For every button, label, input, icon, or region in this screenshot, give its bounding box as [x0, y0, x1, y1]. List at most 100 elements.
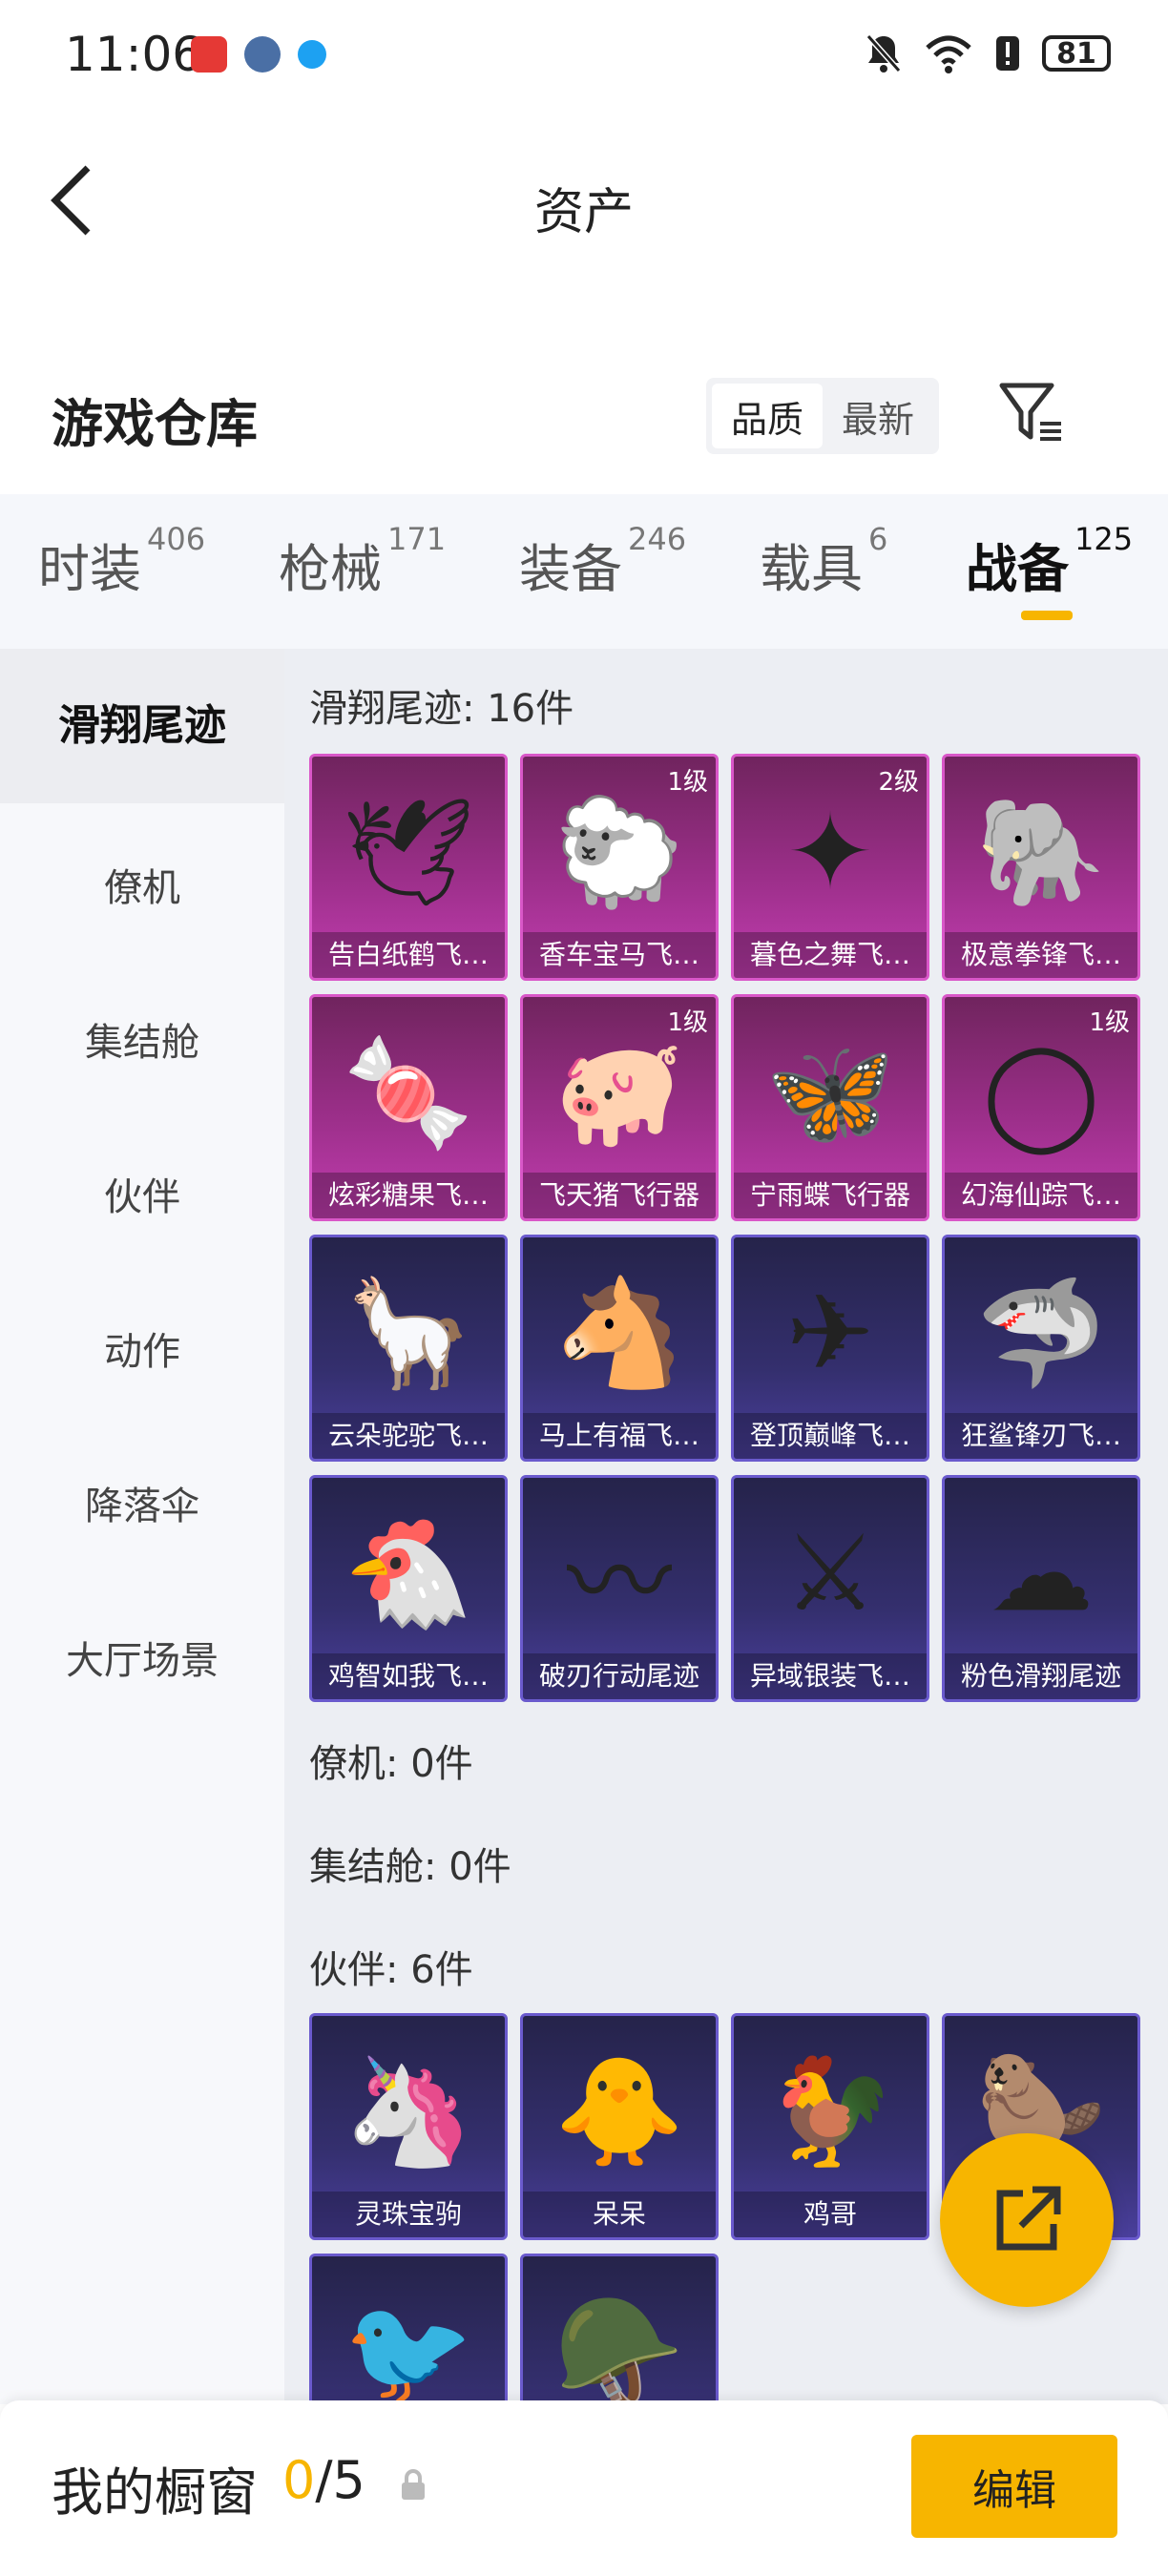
- item-name: 狂鲨锋刃飞…: [945, 1413, 1137, 1459]
- item-card[interactable]: ⚔ 异域银装飞…: [731, 1475, 929, 1702]
- elephant-icon: 🐘: [975, 790, 1107, 913]
- rooster-icon: 🐓: [764, 2049, 896, 2172]
- item-card[interactable]: ✈ 登顶巅峰飞…: [731, 1235, 929, 1462]
- item-name: 极意拳锋飞…: [945, 932, 1137, 978]
- item-name: 鸡哥: [734, 2192, 927, 2237]
- sidebar-item-glide-trail[interactable]: 滑翔尾迹: [0, 649, 284, 803]
- group-label-partner: 伙伴: 6件: [309, 1948, 473, 1992]
- sidebar-item-parachute[interactable]: 降落伞: [0, 1475, 284, 1530]
- tab-count: 406: [147, 521, 206, 557]
- item-card[interactable]: ☁ 粉色滑翔尾迹: [942, 1475, 1140, 1702]
- tab-guns[interactable]: 枪械 171: [279, 521, 446, 602]
- item-name: 灵珠宝驹: [312, 2192, 505, 2237]
- item-card[interactable]: 🐖 1级 飞天猪飞行器: [520, 994, 719, 1221]
- sort-quality-button[interactable]: 品质: [712, 384, 823, 448]
- tab-count: 125: [1074, 521, 1134, 557]
- chicken-icon: 🐔: [343, 1511, 474, 1634]
- glider-icon: ⚔: [782, 1512, 878, 1634]
- item-card[interactable]: 🕊 告白纸鹤飞…: [309, 754, 508, 981]
- item-card[interactable]: 🐔 鸡智如我飞…: [309, 1475, 508, 1702]
- edit-button[interactable]: 编辑: [911, 2435, 1117, 2538]
- item-card[interactable]: 🐑 1级 香车宝马飞…: [520, 754, 719, 981]
- item-name: 飞天猪飞行器: [523, 1173, 716, 1218]
- alpaca-icon: 🦙: [343, 1271, 474, 1394]
- item-name: 炫彩糖果飞…: [312, 1173, 505, 1218]
- item-card[interactable]: 🐓 鸡哥: [731, 2013, 929, 2240]
- item-card[interactable]: 🦋 宁雨蝶飞行器: [731, 994, 929, 1221]
- share-fab-button[interactable]: [940, 2133, 1114, 2307]
- alert-icon: [996, 36, 1019, 71]
- showcase-count: 0/5: [282, 2450, 365, 2510]
- item-level: 1级: [667, 768, 708, 797]
- item-name: 幻海仙踪飞…: [945, 1173, 1137, 1218]
- item-name: 破刃行动尾迹: [523, 1653, 716, 1699]
- sidebar-item-wingman[interactable]: 僚机: [0, 857, 284, 912]
- status-icons: 81: [865, 32, 1111, 74]
- tab-vehicles[interactable]: 载具 6: [760, 521, 887, 602]
- group-label-pod: 集结舱: 0件: [309, 1845, 511, 1889]
- item-card[interactable]: 〰破刃行动尾迹: [520, 1475, 719, 1702]
- status-bar: 11:06 81: [0, 0, 1168, 114]
- tab-equipment[interactable]: 装备 246: [519, 521, 686, 602]
- candy-icon: 🍬: [343, 1030, 474, 1153]
- item-card[interactable]: ◯ 1级 幻海仙踪飞…: [942, 994, 1140, 1221]
- group-label-wingman: 僚机: 0件: [309, 1742, 473, 1786]
- status-time: 11:06: [65, 27, 203, 82]
- jet-icon: ✈: [785, 1272, 875, 1394]
- item-card[interactable]: 🦈 狂鲨锋刃飞…: [942, 1235, 1140, 1462]
- sort-toggle: 品质 最新: [706, 378, 939, 454]
- paper-crane-icon: 🕊: [342, 790, 475, 913]
- item-name: 香车宝马飞…: [523, 932, 716, 978]
- shark-icon: 🦈: [975, 1271, 1107, 1394]
- showcase-count-current: 0: [282, 2450, 316, 2510]
- item-card[interactable]: 🐥 呆呆: [520, 2013, 719, 2240]
- item-level: 1级: [1089, 1008, 1130, 1037]
- globe-app-icon: [244, 36, 281, 73]
- sidebar-item-partner[interactable]: 伙伴: [0, 1166, 284, 1221]
- tab-count: 6: [868, 521, 888, 557]
- active-tab-indicator: [1021, 611, 1073, 620]
- sort-newest-button[interactable]: 最新: [823, 384, 933, 448]
- item-level: 2级: [878, 768, 919, 797]
- battery-icon: 81: [1042, 35, 1111, 72]
- pony-icon: 🦄: [343, 2049, 474, 2172]
- item-level: 1级: [667, 1008, 708, 1037]
- tab-label: 枪械: [279, 539, 382, 599]
- lock-icon: [402, 2469, 425, 2500]
- item-name: 云朵驼驼飞…: [312, 1413, 505, 1459]
- item-name: 告白纸鹤飞…: [312, 932, 505, 978]
- section-title: 游戏仓库: [52, 394, 258, 454]
- tab-battle-gear[interactable]: 战备 125: [966, 521, 1133, 602]
- wifi-icon: [926, 35, 971, 73]
- item-name: 暮色之舞飞…: [734, 932, 927, 978]
- item-name: 呆呆: [523, 2192, 716, 2237]
- mute-bell-icon: [866, 34, 902, 73]
- tab-fashion[interactable]: 时装 406: [38, 521, 205, 602]
- item-card[interactable]: 🦄 灵珠宝驹: [309, 2013, 508, 2240]
- item-card[interactable]: ✦ 2级 暮色之舞飞…: [731, 754, 929, 981]
- sidebar-item-pod[interactable]: 集结舱: [0, 1011, 284, 1067]
- item-name: 马上有福飞…: [523, 1413, 716, 1459]
- smoke-trail-icon: ☁: [989, 1512, 1094, 1634]
- item-card[interactable]: 🦙 云朵驼驼飞…: [309, 1235, 508, 1462]
- tab-label: 装备: [519, 539, 622, 599]
- item-name: 宁雨蝶飞行器: [734, 1173, 927, 1218]
- item-name: 鸡智如我飞…: [312, 1653, 505, 1699]
- chick-icon: 🐥: [553, 2049, 685, 2172]
- huawei-app-icon: [191, 36, 227, 73]
- butterfly-icon: 🦋: [764, 1030, 896, 1153]
- item-card[interactable]: 🐴 马上有福飞…: [520, 1235, 719, 1462]
- item-card[interactable]: 🍬 炫彩糖果飞…: [309, 994, 508, 1221]
- item-card[interactable]: 🐘 极意拳锋飞…: [942, 754, 1140, 981]
- tab-count: 171: [387, 521, 447, 557]
- showcase-count-total: /5: [315, 2450, 365, 2510]
- horse-icon: 🐴: [553, 1271, 685, 1394]
- trail-icon: 〰: [567, 1522, 672, 1644]
- tab-label: 载具: [760, 539, 863, 599]
- sidebar-item-emote[interactable]: 动作: [0, 1320, 284, 1376]
- group-label-glide-trail: 滑翔尾迹: 16件: [309, 687, 574, 731]
- tab-count: 246: [628, 521, 687, 557]
- filter-icon[interactable]: [998, 380, 1065, 447]
- external-link-icon: [996, 2186, 1061, 2251]
- sidebar-item-lobby-scene[interactable]: 大厅场景: [0, 1630, 284, 1685]
